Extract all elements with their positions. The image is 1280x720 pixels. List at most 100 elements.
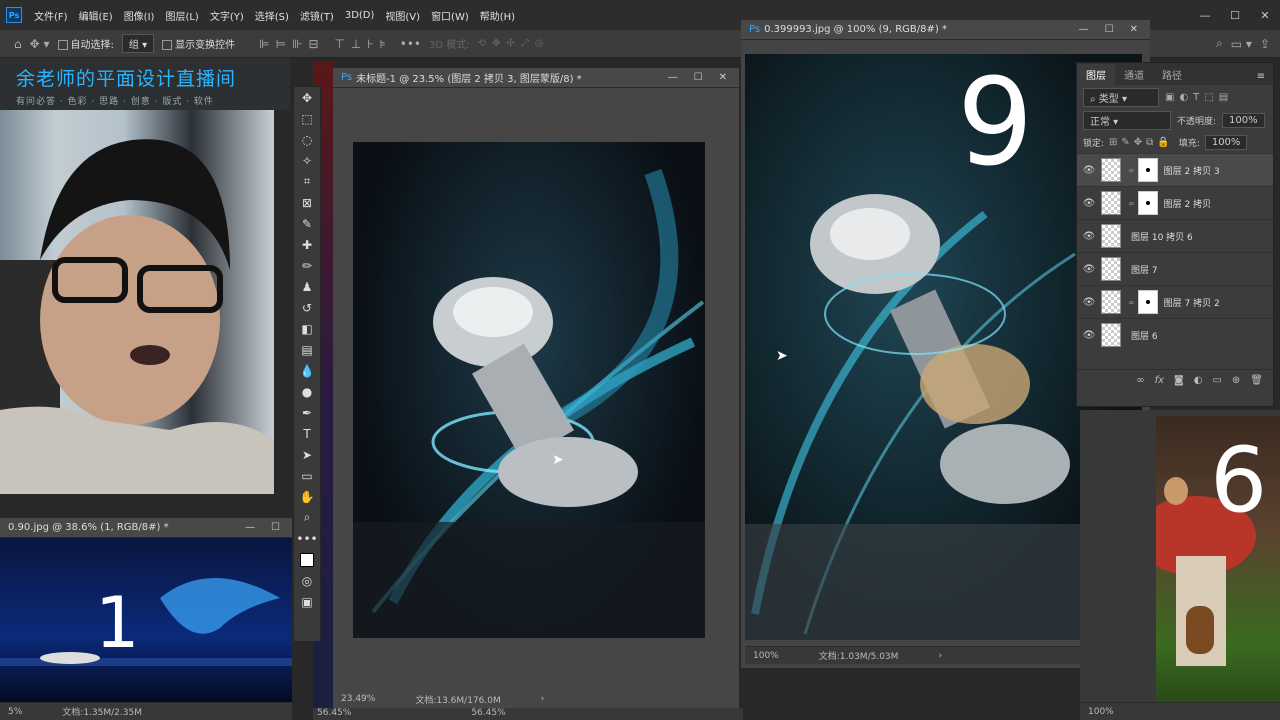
- search-icon[interactable]: ⌕: [1216, 36, 1223, 51]
- menu-file[interactable]: 文件(F): [34, 8, 68, 23]
- history-brush-icon[interactable]: ↺: [294, 297, 320, 318]
- hand-tool-icon[interactable]: ✋: [294, 486, 320, 507]
- menu-type[interactable]: 文字(Y): [210, 8, 244, 23]
- blend-mode-dropdown[interactable]: 正常 ▾: [1083, 110, 1171, 130]
- layer-row[interactable]: 👁 ∞ 图层 7 拷贝 2: [1077, 285, 1273, 318]
- eyedropper-icon[interactable]: ✎: [294, 213, 320, 234]
- zoom-tool-icon[interactable]: ⌕: [294, 507, 320, 528]
- more-options-icon[interactable]: •••: [400, 37, 421, 51]
- opacity-input[interactable]: 100%: [1222, 112, 1265, 128]
- auto-select-checkbox[interactable]: 自动选择:: [57, 36, 114, 51]
- dodge-tool-icon[interactable]: ●: [294, 381, 320, 402]
- workspace-icon[interactable]: ▭ ▾: [1231, 37, 1252, 51]
- pen-tool-icon[interactable]: ✒: [294, 402, 320, 423]
- layer-row[interactable]: 👁 图层 6: [1077, 318, 1273, 351]
- magic-wand-icon[interactable]: ✧: [294, 150, 320, 171]
- screen-mode-icon[interactable]: ▣: [294, 591, 320, 612]
- move-tool-icon[interactable]: ✥ ▾: [30, 37, 50, 51]
- menu-select[interactable]: 选择(S): [255, 8, 289, 23]
- doc-main-maximize[interactable]: ☐: [694, 72, 703, 83]
- add-mask-icon[interactable]: ◙: [1174, 375, 1184, 386]
- delete-layer-icon[interactable]: 🗑: [1250, 375, 1263, 386]
- menu-help[interactable]: 帮助(H): [480, 8, 515, 23]
- mask-link-icon[interactable]: ∞: [1128, 199, 1135, 208]
- adjustment-layer-icon[interactable]: ◐: [1194, 375, 1203, 386]
- home-icon[interactable]: ⌂: [14, 37, 22, 51]
- new-layer-icon[interactable]: ⊕: [1232, 375, 1240, 386]
- share-icon[interactable]: ⇪: [1260, 37, 1270, 51]
- lasso-tool-icon[interactable]: ◌: [294, 129, 320, 150]
- doc-far-status: 100%: [1080, 702, 1280, 720]
- doc-main-minimize[interactable]: —: [668, 72, 678, 83]
- path-select-icon[interactable]: ➤: [294, 444, 320, 465]
- new-group-icon[interactable]: ▭: [1212, 375, 1221, 386]
- mask-link-icon[interactable]: ∞: [1128, 298, 1135, 307]
- visibility-eye-icon[interactable]: 👁: [1077, 330, 1101, 341]
- doc-main-close[interactable]: ✕: [719, 72, 727, 83]
- menu-edit[interactable]: 编辑(E): [79, 8, 113, 23]
- healing-brush-icon[interactable]: ✚: [294, 234, 320, 255]
- layer-name: 图层 10 拷贝 6: [1131, 232, 1193, 243]
- fill-input[interactable]: 100%: [1204, 134, 1248, 150]
- doc-right-status-arrow[interactable]: ›: [938, 651, 942, 661]
- layer-row[interactable]: 👁 图层 7: [1077, 252, 1273, 285]
- visibility-eye-icon[interactable]: 👁: [1077, 297, 1101, 308]
- visibility-eye-icon[interactable]: 👁: [1077, 165, 1101, 176]
- doc-left-maximize[interactable]: ☐: [271, 522, 280, 533]
- color-swatches-icon[interactable]: [294, 549, 320, 570]
- tab-channels[interactable]: 通道: [1115, 64, 1153, 85]
- menu-3d[interactable]: 3D(D): [345, 10, 375, 21]
- blend-row: 正常 ▾ 不透明度: 100%: [1077, 109, 1273, 131]
- crop-tool-icon[interactable]: ⌗: [294, 171, 320, 192]
- doc-far-zoom: 100%: [1088, 706, 1114, 717]
- gradient-tool-icon[interactable]: ▤: [294, 339, 320, 360]
- layer-mask-thumbnail[interactable]: [1137, 191, 1158, 215]
- layer-mask-thumbnail[interactable]: [1137, 290, 1158, 314]
- menu-window[interactable]: 窗口(W): [431, 8, 469, 23]
- doc-right-close[interactable]: ✕: [1130, 24, 1138, 35]
- filter-icons[interactable]: ▣◐T⬚▤: [1165, 92, 1233, 103]
- quick-mask-icon[interactable]: ◎: [294, 570, 320, 591]
- menu-image[interactable]: 图像(I): [124, 8, 155, 23]
- tab-paths[interactable]: 路径: [1153, 64, 1191, 85]
- blur-tool-icon[interactable]: 💧: [294, 360, 320, 381]
- doc-right-maximize[interactable]: ☐: [1105, 24, 1114, 35]
- cursor-icon: ➤: [552, 452, 564, 468]
- close-icon[interactable]: ✕: [1250, 9, 1280, 22]
- layer-row[interactable]: 👁 图层 10 拷贝 6: [1077, 219, 1273, 252]
- frame-tool-icon[interactable]: ⊠: [294, 192, 320, 213]
- shape-tool-icon[interactable]: ▭: [294, 465, 320, 486]
- auto-select-dropdown[interactable]: 组 ▾: [121, 34, 155, 53]
- layer-mask-thumbnail[interactable]: [1137, 158, 1158, 182]
- layer-filter-dropdown[interactable]: ⌕ 类型 ▾: [1083, 87, 1159, 107]
- stamp-tool-icon[interactable]: ♟: [294, 276, 320, 297]
- link-layers-icon[interactable]: ∞: [1136, 375, 1144, 386]
- layer-thumbnail: [1101, 323, 1121, 347]
- align-icons[interactable]: ⊫⊨⊪⊟ ⊤⊥⊦⊧: [259, 37, 392, 51]
- marquee-tool-icon[interactable]: ⬚: [294, 108, 320, 129]
- menu-view[interactable]: 视图(V): [385, 8, 420, 23]
- panel-menu-icon[interactable]: ≡: [1249, 68, 1273, 85]
- show-transform-checkbox[interactable]: 显示变换控件: [162, 36, 235, 51]
- brush-tool-icon[interactable]: ✏: [294, 255, 320, 276]
- layer-row[interactable]: 👁 ∞ 图层 2 拷贝 3: [1077, 153, 1273, 186]
- eraser-tool-icon[interactable]: ◧: [294, 318, 320, 339]
- doc-main-status-arrow[interactable]: ›: [541, 694, 545, 704]
- doc-left-minimize[interactable]: —: [245, 522, 255, 533]
- layer-row[interactable]: 👁 ∞ 图层 2 拷贝: [1077, 186, 1273, 219]
- more-tools-icon[interactable]: •••: [294, 528, 320, 549]
- menu-layer[interactable]: 图层(L): [165, 8, 198, 23]
- doc-right-minimize[interactable]: —: [1079, 24, 1089, 35]
- maximize-icon[interactable]: ☐: [1220, 9, 1250, 22]
- visibility-eye-icon[interactable]: 👁: [1077, 198, 1101, 209]
- menu-filter[interactable]: 滤镜(T): [300, 8, 334, 23]
- tab-layers[interactable]: 图层: [1077, 64, 1115, 85]
- visibility-eye-icon[interactable]: 👁: [1077, 231, 1101, 242]
- move-tool-icon[interactable]: ✥: [294, 87, 320, 108]
- fx-button[interactable]: fx: [1155, 375, 1164, 386]
- lock-icons[interactable]: ⊞✎✥⧉🔒: [1109, 137, 1174, 148]
- type-tool-icon[interactable]: T: [294, 423, 320, 444]
- visibility-eye-icon[interactable]: 👁: [1077, 264, 1101, 275]
- mask-link-icon[interactable]: ∞: [1128, 166, 1135, 175]
- minimize-icon[interactable]: —: [1190, 9, 1220, 22]
